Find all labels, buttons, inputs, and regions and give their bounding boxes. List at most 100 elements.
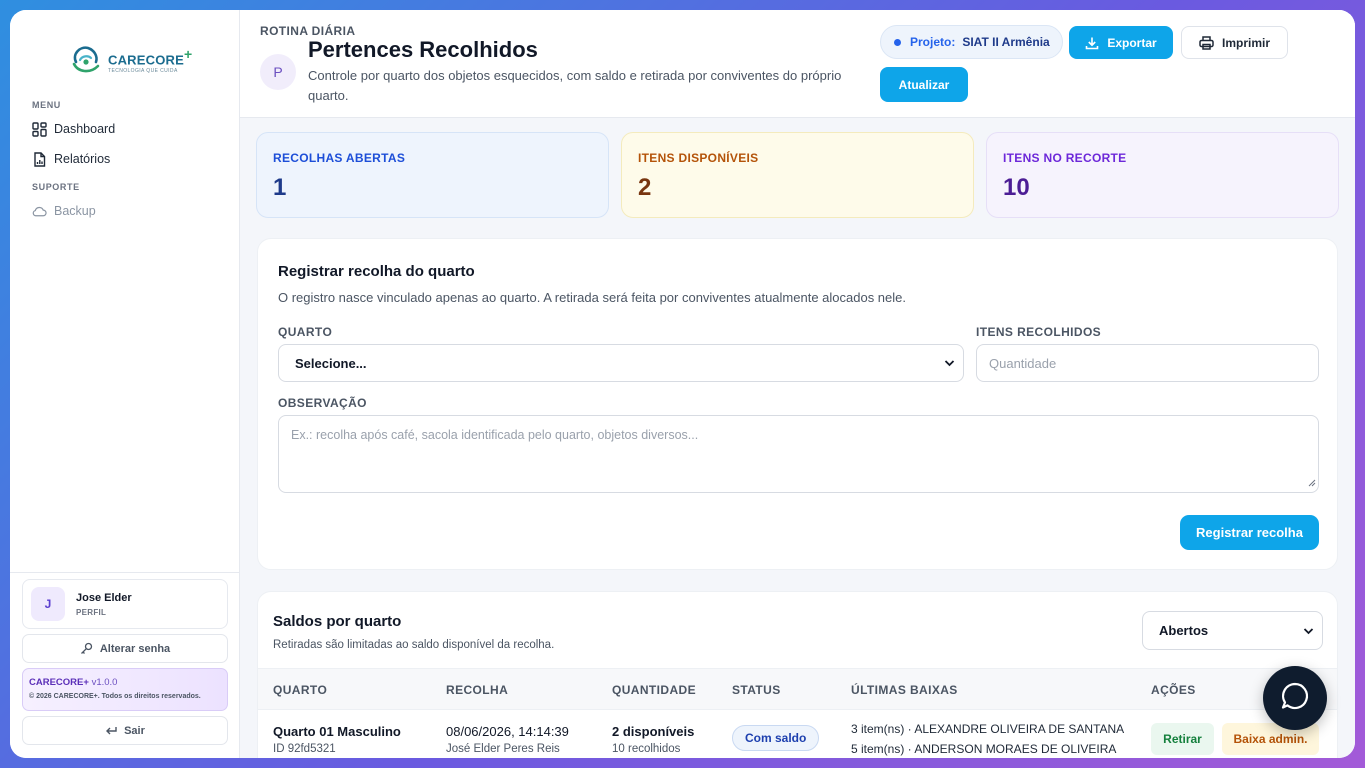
app-window: CARECORE+ TECNOLOGIA QUE CUIDA MENU Dash… [10,10,1355,758]
table-header: QUARTO RECOLHA QUANTIDADE STATUS ÚLTIMAS… [258,668,1337,710]
status-filter-value: Abertos [1159,623,1209,638]
register-collection-button[interactable]: Registrar recolha [1180,515,1319,550]
withdrawal-entry: 5 item(ns) · ANDERSON MORAES DE OLIVEIRA [851,742,1117,756]
refresh-label: Atualizar [898,77,950,92]
printer-icon [1199,35,1214,50]
column-header-room: QUARTO [273,683,328,697]
quantity-input[interactable]: Quantidade [976,344,1319,382]
change-password-button[interactable]: Alterar senha [22,634,228,663]
column-header-collection: RECOLHA [446,683,509,697]
print-label: Imprimir [1221,35,1270,50]
quantity-placeholder: Quantidade [989,355,1057,371]
cloud-icon [32,204,47,219]
stat-value: 1 [273,174,287,201]
room-name[interactable]: Quarto 01 Masculino [273,724,401,739]
project-selector[interactable]: Projeto: SIAT II Armênia [880,25,1063,59]
collected-total: 10 recolhidos [612,743,681,755]
stat-value: 10 [1003,174,1030,201]
page-title: Pertences Recolhidos [308,37,538,62]
user-profile-card[interactable]: J Jose Elder PERFIL [22,579,228,629]
room-select-value: Selecione... [295,355,367,371]
main-content: ROTINA DIÁRIA P Pertences Recolhidos Con… [240,10,1355,758]
page-initial-icon: P [260,54,296,90]
key-icon [80,642,93,655]
page-description: Controle por quarto dos objetos esquecid… [308,68,842,103]
column-header-quantity: QUANTIDADE [612,683,696,697]
available-count: 2 disponíveis [612,724,695,739]
sidebar-item-label: Dashboard [54,122,116,136]
page-eyebrow: ROTINA DIÁRIA [260,24,356,38]
withdrawal-entry: 3 item(ns) · ALEXANDRE OLIVEIRA DE SANTA… [851,722,1125,736]
stat-card-available-items: ITENS DISPONÍVEIS 2 [621,132,974,218]
sidebar-item-label: Relatórios [54,152,111,166]
room-id: ID 92fd5321 [273,743,336,755]
brand-name: CARECORE+ [108,45,193,68]
room-select[interactable]: Selecione... [278,344,964,382]
collection-datetime: 08/06/2026, 14:14:39 [446,724,569,739]
form-subtitle: O registro nasce vinculado apenas ao qua… [278,290,906,305]
balances-subtitle: Retiradas são limitadas ao saldo disponí… [273,639,555,651]
items-field-label: ITENS RECOLHIDOS [976,325,1102,339]
user-name: Jose Elder [76,591,132,604]
admin-writeoff-label: Baixa admin. [1233,732,1308,746]
change-password-label: Alterar senha [99,642,171,655]
balances-title: Saldos por quarto [273,613,402,630]
dashboard-grid-icon [32,121,47,137]
report-file-icon [32,151,47,167]
stat-label: ITENS DISPONÍVEIS [638,151,759,165]
sidebar-item-relatorios[interactable]: Relatórios [10,144,239,174]
collected-by: José Elder Peres Reis [446,743,560,755]
room-field-label: QUARTO [278,325,333,339]
chevron-down-icon [1303,626,1314,636]
sidebar-item-label: Backup [54,204,96,218]
form-title: Registrar recolha do quarto [278,263,475,280]
logo-hands-icon [68,42,104,78]
print-button[interactable]: Imprimir [1181,26,1288,59]
sidebar-footer: J Jose Elder PERFIL Alterar senha CARECO… [10,572,240,758]
withdraw-button[interactable]: Retirar [1151,723,1214,755]
sidebar-item-dashboard[interactable]: Dashboard [10,114,239,144]
stat-card-open-collections: RECOLHAS ABERTAS 1 [256,132,609,218]
project-label: Projeto: [910,35,956,49]
download-icon [1085,36,1099,50]
register-collection-form: Registrar recolha do quarto O registro n… [257,238,1338,570]
note-field-label: OBSERVAÇÃO [278,396,367,410]
user-role: PERFIL [76,607,107,617]
project-status-dot-icon [894,38,901,46]
column-header-last-withdrawals: ÚLTIMAS BAIXAS [851,683,958,697]
column-header-status: STATUS [732,683,781,697]
page-header: ROTINA DIÁRIA P Pertences Recolhidos Con… [240,10,1355,118]
export-button[interactable]: Exportar [1069,26,1173,59]
logout-label: Sair [124,724,145,737]
status-filter-select[interactable]: Abertos [1142,611,1323,650]
logout-arrow-icon [105,725,117,736]
chat-bubble-icon [1280,681,1310,716]
room-balances-card: Saldos por quarto Retiradas são limitada… [257,591,1338,758]
sidebar-item-backup[interactable]: Backup [10,196,239,226]
column-header-actions: AÇÕES [1151,683,1196,697]
version-info: CARECORE+ v1.0.0 © 2026 CARECORE+. Todos… [22,668,228,711]
resize-grip-icon[interactable] [1308,476,1316,490]
chevron-down-icon [944,358,955,368]
note-textarea[interactable]: Ex.: recolha após café, sacola identific… [278,415,1319,493]
support-section-title: SUPORTE [32,182,80,192]
avatar: J [31,587,65,621]
withdraw-label: Retirar [1163,732,1202,746]
version-title: CARECORE+ v1.0.0 [29,677,118,688]
stat-label: ITENS NO RECORTE [1003,151,1127,165]
logout-button[interactable]: Sair [22,716,228,745]
copyright-text: © 2026 CARECORE+. Todos os direitos rese… [29,693,201,700]
status-badge: Com saldo [732,725,820,751]
stat-value: 2 [638,174,652,201]
refresh-button[interactable]: Atualizar [880,67,968,102]
brand-logo[interactable]: CARECORE+ TECNOLOGIA QUE CUIDA [10,10,239,88]
stat-label: RECOLHAS ABERTAS [273,151,406,165]
menu-section-title: MENU [32,100,61,110]
register-collection-label: Registrar recolha [1196,525,1303,540]
chat-support-button[interactable] [1263,666,1327,730]
project-name: SIAT II Armênia [962,35,1050,49]
sidebar: CARECORE+ TECNOLOGIA QUE CUIDA MENU Dash… [10,10,240,758]
export-label: Exportar [1107,35,1157,50]
stat-card-items-in-range: ITENS NO RECORTE 10 [986,132,1339,218]
brand-tagline: TECNOLOGIA QUE CUIDA [108,68,178,75]
